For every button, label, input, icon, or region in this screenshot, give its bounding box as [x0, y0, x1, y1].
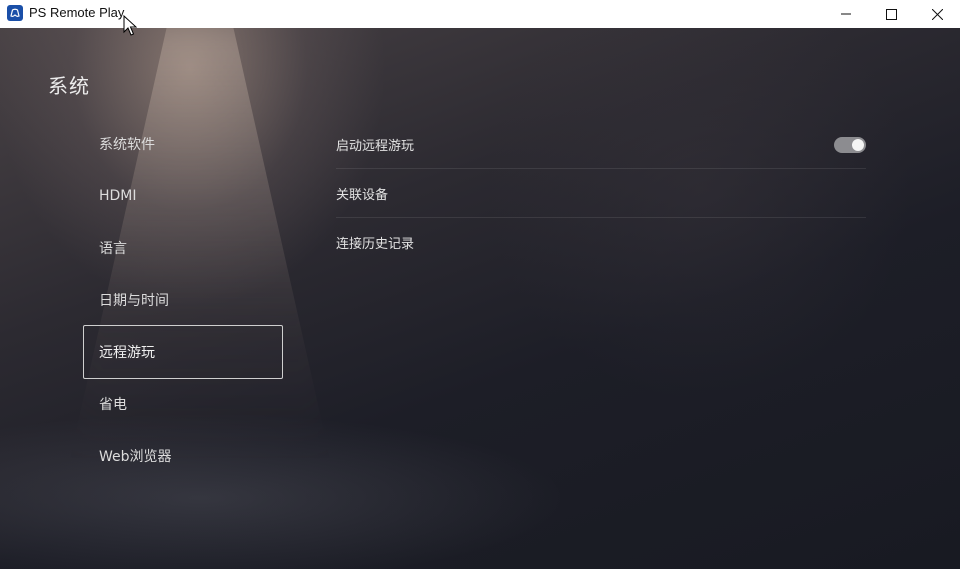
mouse-cursor-icon	[123, 15, 137, 36]
nav-item-power-saving[interactable]: 省电	[83, 378, 283, 430]
title-bar: PS Remote Play	[0, 0, 960, 28]
maximize-icon	[885, 8, 897, 20]
remote-play-toggle[interactable]	[834, 137, 866, 153]
toggle-knob	[852, 139, 864, 151]
nav-item-web-browser[interactable]: Web浏览器	[83, 430, 283, 482]
page-title: 系统	[48, 74, 90, 98]
settings-list: 启动远程游玩 关联设备 连接历史记录	[336, 120, 866, 267]
nav-item-label: 日期与时间	[99, 293, 169, 309]
setting-connection-history[interactable]: 连接历史记录	[336, 218, 866, 267]
setting-label: 启动远程游玩	[336, 138, 415, 154]
settings-screen: 系统 系统软件 HDMI 语言 日期与时间 远程游玩 省电 Web浏览器 启动远…	[0, 28, 960, 569]
close-button[interactable]	[914, 0, 960, 28]
setting-enable-remote-play[interactable]: 启动远程游玩	[336, 120, 866, 169]
nav-item-label: 远程游玩	[99, 345, 155, 361]
window-title: PS Remote Play	[29, 5, 125, 20]
nav-item-hdmi[interactable]: HDMI	[83, 170, 283, 222]
settings-nav: 系统软件 HDMI 语言 日期与时间 远程游玩 省电 Web浏览器	[83, 118, 283, 482]
nav-item-label: HDMI	[99, 188, 137, 204]
nav-item-date-time[interactable]: 日期与时间	[83, 274, 283, 326]
close-icon	[931, 8, 943, 20]
maximize-button[interactable]	[868, 0, 914, 28]
nav-item-language[interactable]: 语言	[83, 222, 283, 274]
setting-label: 关联设备	[336, 187, 389, 203]
nav-item-remote-play[interactable]: 远程游玩	[83, 325, 283, 379]
nav-item-label: Web浏览器	[99, 449, 172, 465]
minimize-icon	[841, 13, 851, 15]
setting-linked-devices[interactable]: 关联设备	[336, 169, 866, 218]
nav-item-label: 省电	[99, 397, 127, 413]
nav-item-label: 语言	[99, 241, 127, 257]
nav-item-system-software[interactable]: 系统软件	[83, 118, 283, 170]
minimize-button[interactable]	[823, 0, 869, 28]
nav-item-label: 系统软件	[99, 137, 155, 153]
setting-label: 连接历史记录	[336, 237, 415, 252]
playstation-icon	[7, 5, 23, 21]
